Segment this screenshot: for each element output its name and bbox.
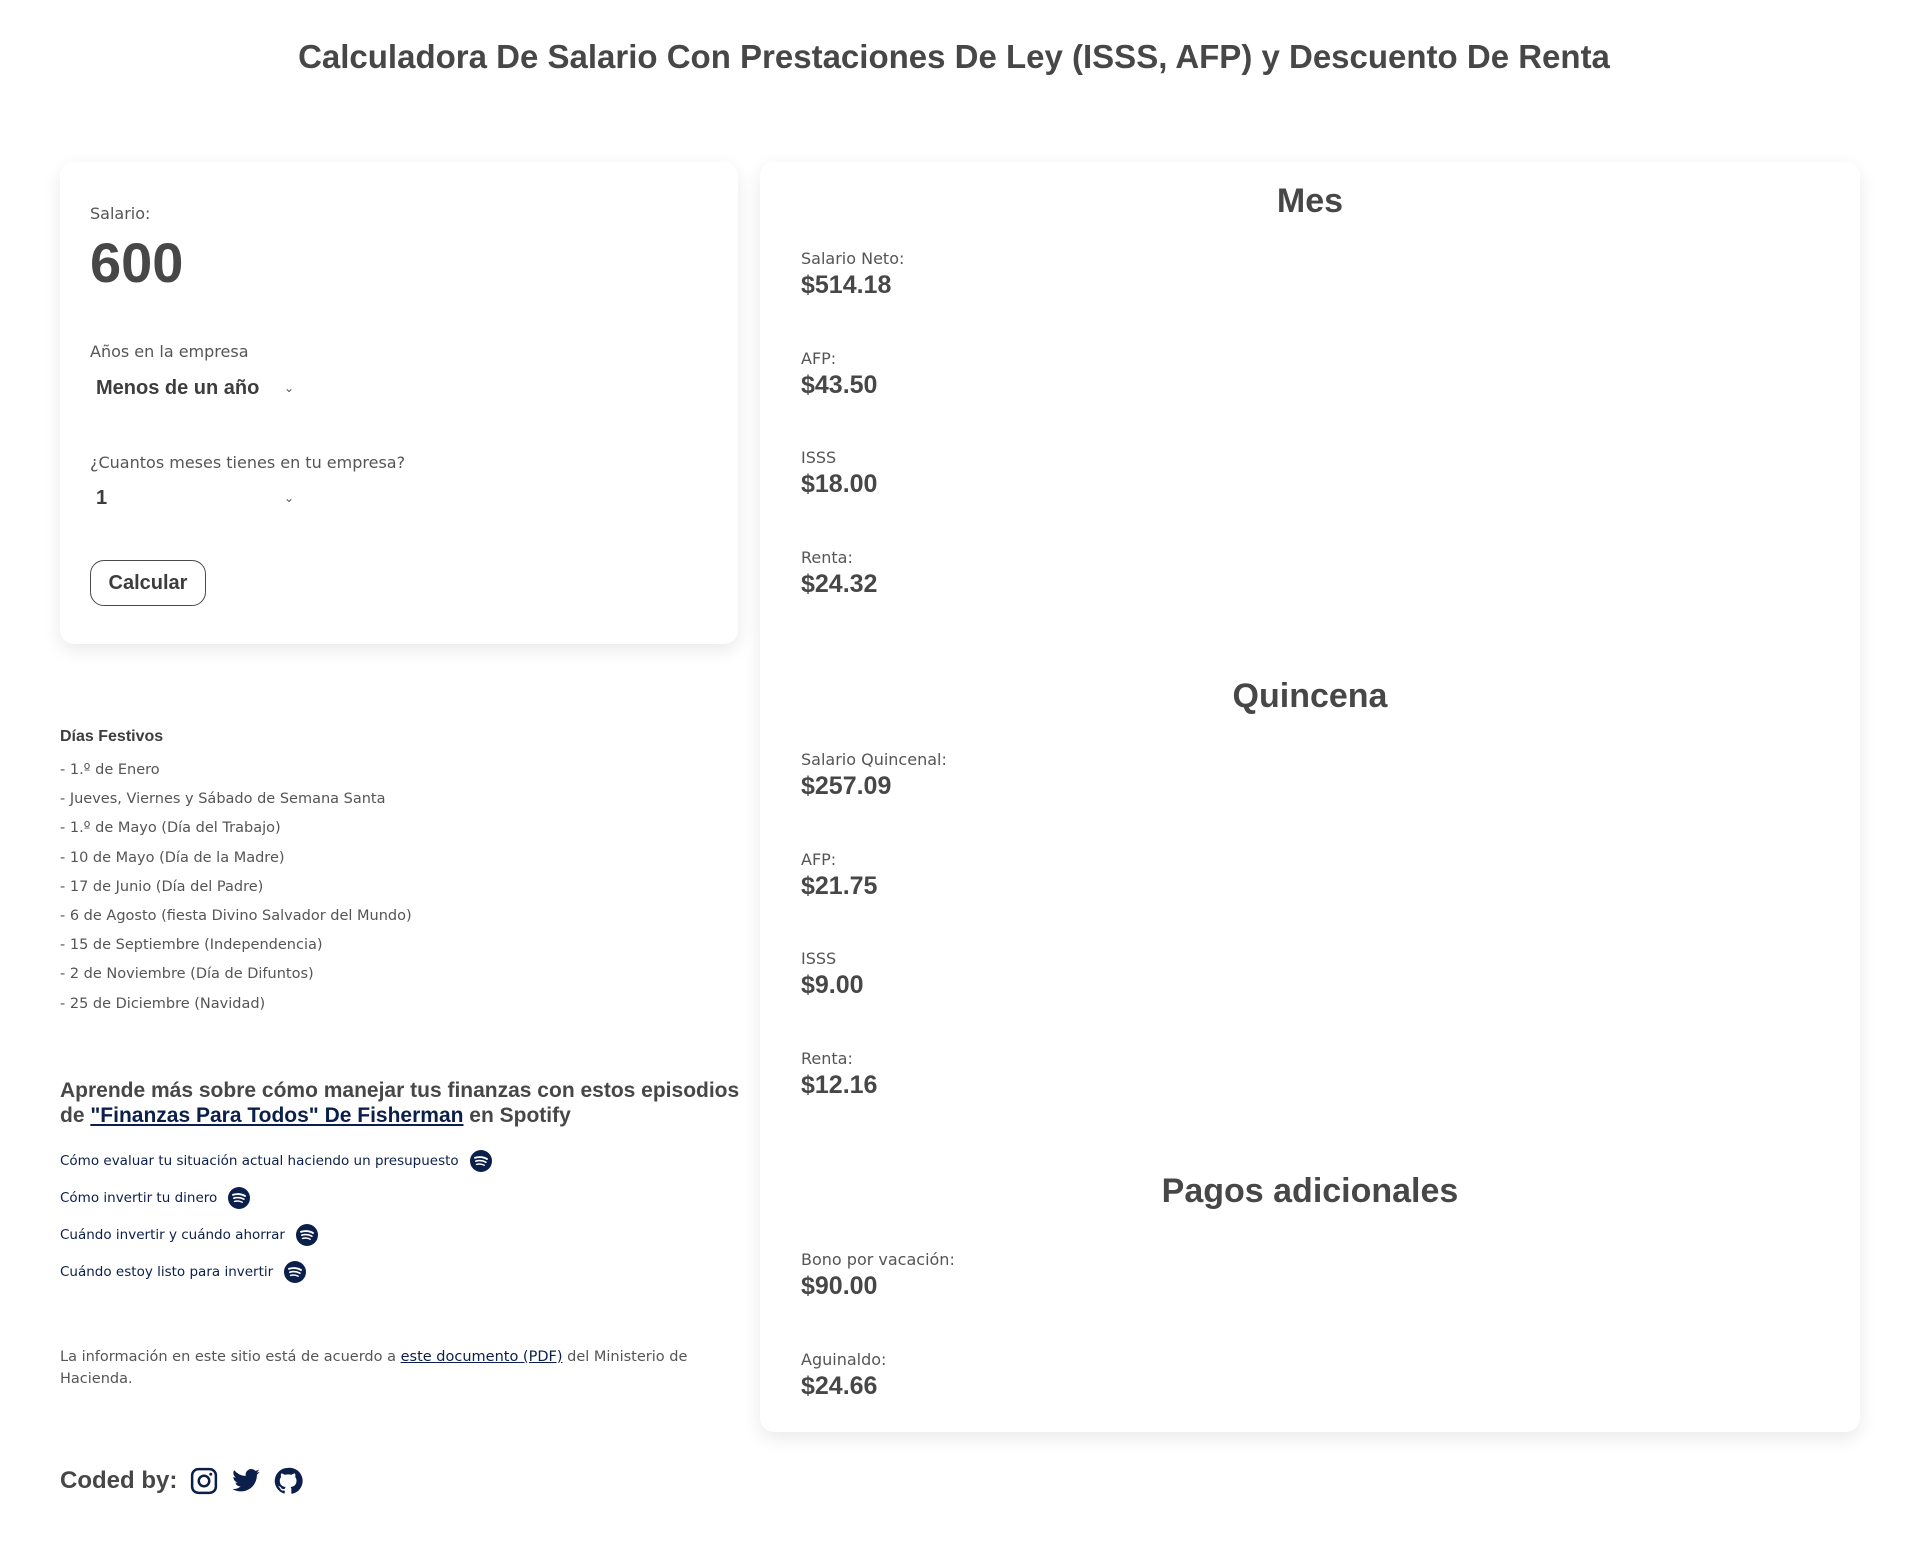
episode-title: Cómo evaluar tu situación actual haciend… bbox=[60, 1152, 459, 1169]
result-label: AFP: bbox=[801, 348, 837, 368]
twitter-icon[interactable] bbox=[231, 1466, 261, 1496]
holiday-item: - 17 de Junio (Día del Padre) bbox=[60, 878, 264, 895]
holidays-list: - 1.º de Enero - Jueves, Viernes y Sábado… bbox=[60, 756, 740, 1019]
github-icon[interactable] bbox=[273, 1466, 303, 1496]
result-value: $43.50 bbox=[801, 370, 878, 399]
result-label: Salario Quincenal: bbox=[801, 750, 947, 769]
info-prefix: La información en este sitio está de acu… bbox=[60, 1349, 401, 1365]
result-value: $24.32 bbox=[801, 569, 878, 598]
chevron-down-icon: ⌄ bbox=[283, 381, 294, 395]
salary-input[interactable]: 600 bbox=[90, 230, 183, 295]
podcast-link[interactable]: "Finanzas Para Todos" De Fisherman bbox=[90, 1104, 463, 1127]
extra-payments-section-title: Pagos adicionales bbox=[1161, 1172, 1459, 1210]
holidays-title: Días Festivos bbox=[60, 728, 164, 745]
result-value: $12.16 bbox=[801, 1070, 878, 1099]
result-label: AFP: bbox=[801, 849, 837, 869]
month-section-title: Mes bbox=[1276, 182, 1344, 220]
result-value: $90.00 bbox=[801, 1272, 878, 1300]
result-label: Bono por vacación: bbox=[801, 1250, 955, 1269]
holiday-item: - Jueves, Viernes y Sábado de Semana San… bbox=[60, 791, 386, 808]
salary-form-card: Salario: 600 Años en la empresa Menos de… bbox=[60, 162, 738, 644]
holiday-item: - 15 de Septiembre (Independencia) bbox=[60, 937, 323, 954]
spotify-icon[interactable] bbox=[227, 1186, 251, 1210]
episode-link[interactable]: Cuándo estoy listo para invertir bbox=[60, 1253, 740, 1290]
holiday-item: - 1.º de Enero bbox=[60, 762, 160, 778]
episode-link[interactable]: Cuándo invertir y cuándo ahorrar bbox=[60, 1216, 740, 1253]
result-label: ISSS bbox=[801, 949, 837, 968]
calculate-button[interactable]: Calcular bbox=[90, 560, 206, 606]
holiday-item: - 25 de Diciembre (Navidad) bbox=[60, 995, 266, 1012]
spotify-icon[interactable] bbox=[283, 1260, 307, 1284]
holiday-item: - 1.º de Mayo (Día del Trabajo) bbox=[60, 820, 281, 837]
result-value: $21.75 bbox=[801, 871, 878, 900]
episode-title: Cuándo invertir y cuándo ahorrar bbox=[60, 1226, 285, 1243]
result-value: $257.09 bbox=[801, 772, 892, 800]
episode-title: Cuándo estoy listo para invertir bbox=[60, 1263, 274, 1280]
episode-list: Cómo evaluar tu situación actual haciend… bbox=[60, 1142, 740, 1290]
learn-heading-suffix: en Spotify bbox=[463, 1104, 571, 1127]
months-label: ¿Cuantos meses tienes en tu empresa? bbox=[90, 453, 406, 472]
months-select-value: 1 bbox=[96, 486, 108, 509]
results-card: Mes Salario Neto: $514.18 AFP: $43.50 ISSS $1… bbox=[760, 162, 1860, 1432]
episode-link[interactable]: Cómo evaluar tu situación actual haciend… bbox=[60, 1142, 740, 1179]
holiday-item: - 6 de Agosto (fiesta Divino Salvador de… bbox=[60, 907, 412, 924]
result-value: $9.00 bbox=[801, 971, 864, 999]
years-select[interactable]: Menos de un año ⌄ bbox=[90, 370, 300, 406]
holiday-item: - 10 de Mayo (Día de la Madre) bbox=[60, 849, 285, 866]
instagram-icon[interactable] bbox=[189, 1466, 219, 1496]
spotify-icon[interactable] bbox=[295, 1223, 319, 1247]
holidays-section: Días Festivos - 1.º de Enero - Jueves, Vi… bbox=[60, 728, 740, 1019]
result-value: $514.18 bbox=[801, 271, 892, 299]
info-note: La información en este sitio está de acu… bbox=[60, 1346, 740, 1390]
pdf-document-link[interactable]: este documento (PDF) bbox=[401, 1349, 563, 1365]
salary-label: Salario: bbox=[90, 204, 151, 223]
result-label: ISSS bbox=[801, 448, 837, 467]
result-label: Salario Neto: bbox=[801, 249, 905, 268]
result-label: Aguinaldo: bbox=[801, 1349, 887, 1369]
years-label: Años en la empresa bbox=[90, 342, 249, 361]
episode-title: Cómo invertir tu dinero bbox=[60, 1189, 218, 1206]
result-value: $18.00 bbox=[801, 470, 878, 498]
episode-link[interactable]: Cómo invertir tu dinero bbox=[60, 1179, 740, 1216]
result-label: Renta: bbox=[801, 547, 853, 567]
holiday-item: - 2 de Noviembre (Día de Difuntos) bbox=[60, 966, 314, 983]
coded-by-label: Coded by: bbox=[60, 1467, 178, 1494]
years-select-value: Menos de un año bbox=[96, 376, 260, 399]
result-value: $24.66 bbox=[801, 1371, 878, 1400]
page-title: Calculadora De Salario Con Prestaciones … bbox=[298, 38, 1610, 75]
months-select[interactable]: 1 ⌄ bbox=[90, 480, 300, 516]
learn-more-section: Aprende más sobre cómo manejar tus finan… bbox=[60, 1078, 740, 1290]
result-label: Renta: bbox=[801, 1048, 853, 1068]
coded-by-footer: Coded by: bbox=[60, 1466, 315, 1496]
chevron-down-icon: ⌄ bbox=[283, 491, 294, 505]
learn-more-heading: Aprende más sobre cómo manejar tus finan… bbox=[60, 1078, 740, 1128]
quincena-section-title: Quincena bbox=[1232, 677, 1388, 715]
spotify-icon[interactable] bbox=[469, 1149, 493, 1173]
